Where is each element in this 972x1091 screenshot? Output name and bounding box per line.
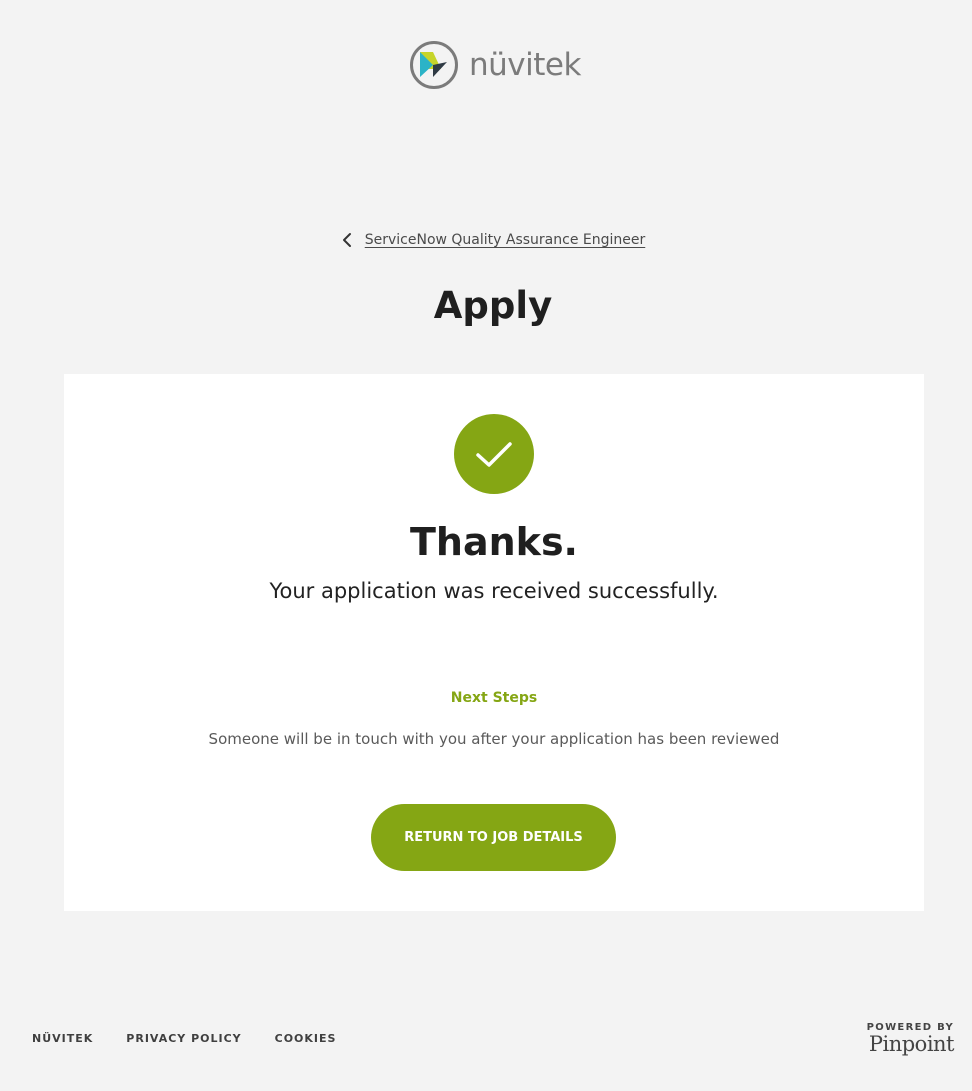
success-badge xyxy=(454,414,534,494)
success-message: Your application was received successful… xyxy=(269,579,719,603)
footer-nav: NÜVITEK PRIVACY POLICY COOKIES xyxy=(32,1032,336,1045)
page-title: Apply xyxy=(433,284,553,327)
footer-link-nuvitek[interactable]: NÜVITEK xyxy=(32,1032,93,1045)
footer-link-privacy-policy[interactable]: PRIVACY POLICY xyxy=(126,1032,241,1045)
return-to-job-details-button[interactable]: RETURN TO JOB DETAILS xyxy=(371,804,616,871)
powered-by-pinpoint[interactable]: POWERED BY Pinpoint xyxy=(867,1022,955,1056)
check-icon xyxy=(476,442,512,467)
next-steps-heading: Next Steps xyxy=(450,690,538,706)
job-title-link[interactable]: ServiceNow Quality Assurance Engineer xyxy=(365,232,646,248)
nuvitek-logo-icon xyxy=(410,41,458,89)
breadcrumb: ServiceNow Quality Assurance Engineer xyxy=(0,232,972,248)
brand-logo[interactable]: nüvitek xyxy=(409,40,581,90)
chevron-left-icon[interactable] xyxy=(341,232,353,248)
footer-link-cookies[interactable]: COOKIES xyxy=(275,1032,337,1045)
logo-wordmark: nüvitek xyxy=(469,46,581,83)
confirmation-card: Thanks. Your application was received su… xyxy=(64,374,924,911)
pinpoint-logo: Pinpoint xyxy=(868,1032,955,1056)
thanks-heading: Thanks. xyxy=(410,520,578,564)
next-steps-text: Someone will be in touch with you after … xyxy=(208,730,780,748)
